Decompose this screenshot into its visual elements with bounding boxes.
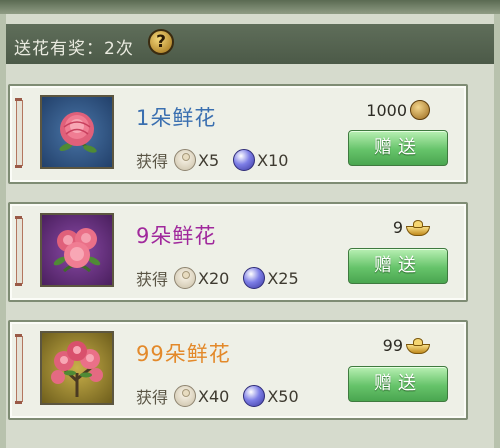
price-value: 1000	[366, 100, 407, 120]
bun-icon	[174, 149, 197, 171]
peony-flower-icon	[40, 95, 114, 169]
blue-orb-icon	[243, 385, 266, 407]
gift-title: 9朵鲜花	[136, 224, 217, 248]
gain-label: 获得	[136, 270, 169, 289]
gold-ingot-icon	[406, 219, 430, 236]
top-frame-bar	[0, 0, 500, 14]
card-side-ornament	[15, 98, 23, 168]
give-button[interactable]: 赠送	[348, 130, 448, 166]
gain-label: 获得	[136, 152, 169, 171]
gift-card-1: 1朵鲜花 获得 X5 X10 1000 赠送	[8, 84, 468, 184]
reward-header: 送花有奖：2次 ?	[6, 24, 494, 64]
reward-count-1: X20	[198, 268, 230, 288]
reward-count-2: X50	[267, 386, 299, 406]
gift-card-2: 9朵鲜花 获得 X20 X25 9 赠送	[8, 202, 468, 302]
flower-gift-panel: 送花有奖：2次 ? 1朵鲜花 获得 X5 X10 1000 赠送 9朵鲜花 获得…	[0, 14, 500, 448]
reward-row: 获得 X5 X10	[136, 148, 302, 172]
price-value: 99	[382, 336, 403, 355]
gift-title: 99朵鲜花	[136, 342, 231, 366]
peony-tree-icon	[40, 331, 114, 405]
gain-label: 获得	[136, 388, 169, 407]
give-button[interactable]: 赠送	[348, 248, 448, 284]
reward-count-1: X5	[198, 150, 220, 170]
give-button[interactable]: 赠送	[348, 366, 448, 402]
blue-orb-icon	[243, 267, 266, 289]
price: 1000	[366, 100, 430, 120]
card-side-ornament	[15, 334, 23, 404]
reward-count-2: X10	[257, 150, 289, 170]
gift-card-3: 99朵鲜花 获得 X40 X50 99 赠送	[8, 320, 468, 420]
coin-icon	[410, 100, 430, 120]
card-side-ornament	[15, 216, 23, 286]
reward-count-1: X40	[198, 386, 230, 406]
price: 99	[383, 336, 430, 355]
reward-count-text: 送花有奖：2次	[14, 39, 134, 59]
peony-bouquet-icon	[40, 213, 114, 287]
price: 9	[393, 218, 430, 237]
question-mark-icon[interactable]: ?	[148, 29, 174, 55]
gold-ingot-icon	[406, 337, 430, 354]
reward-count-2: X25	[267, 268, 299, 288]
bun-icon	[174, 385, 197, 407]
price-value: 9	[392, 218, 403, 237]
gift-title: 1朵鲜花	[136, 106, 217, 130]
blue-orb-icon	[233, 149, 256, 171]
reward-row: 获得 X20 X25	[136, 266, 313, 290]
reward-row: 获得 X40 X50	[136, 384, 313, 408]
bun-icon	[174, 267, 197, 289]
